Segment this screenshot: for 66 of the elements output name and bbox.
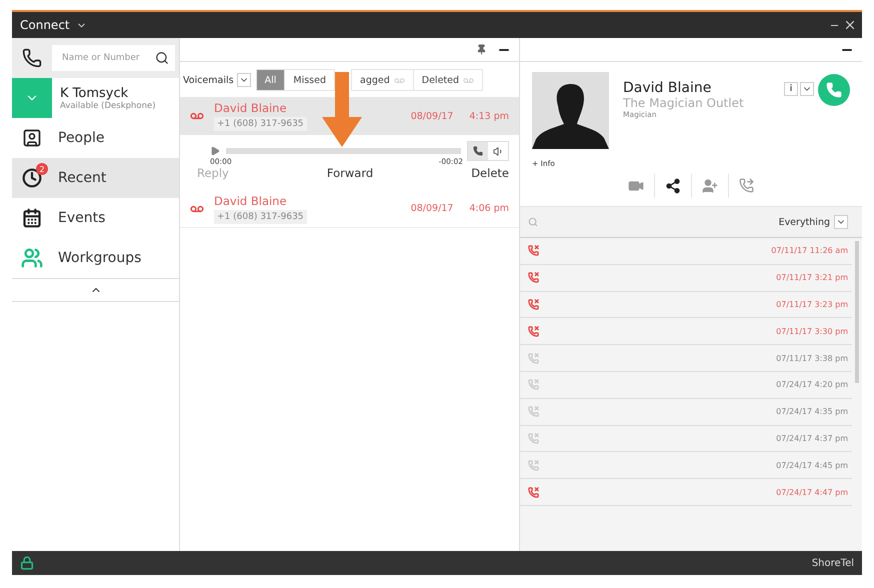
history-filter-dropdown[interactable]	[834, 215, 848, 229]
progress-track[interactable]	[226, 148, 461, 154]
lock-icon[interactable]	[20, 556, 34, 570]
dialpad-phone-icon[interactable]	[22, 48, 42, 68]
group-icon	[21, 247, 43, 269]
clock-icon	[22, 168, 42, 188]
caller-number: +1 (608) 317-9635	[214, 210, 307, 224]
filter-tab[interactable]: agged	[351, 69, 414, 91]
filter-tab[interactable]: All	[256, 69, 286, 91]
call-time: 07/24/17 4:20 pm	[776, 380, 848, 390]
user-name: K Tomsyck	[60, 86, 130, 100]
filter-label: Voicemails	[183, 74, 234, 86]
call-time: 07/11/17 3:23 pm	[776, 300, 848, 309]
voicemail-date: 08/09/17	[410, 203, 454, 214]
call-row[interactable]: 07/24/17 4:20 pm	[520, 372, 852, 399]
handset-button[interactable]	[468, 142, 488, 160]
call-time: 07/24/17 4:37 pm	[776, 434, 848, 443]
search-field[interactable]: Name or Number	[52, 45, 175, 71]
call-row[interactable]: 07/24/17 4:45 pm	[520, 452, 852, 480]
call-time: 07/24/17 4:35 pm	[776, 407, 848, 416]
calendar-icon	[22, 208, 42, 228]
close-icon[interactable]	[846, 21, 854, 29]
count-badge: 2	[36, 163, 48, 175]
history-filter-label: Everything	[778, 216, 830, 228]
call-row[interactable]: 07/11/17 3:23 pm	[520, 292, 852, 318]
call-time: 07/11/17 3:30 pm	[776, 326, 848, 336]
call-time: 07/11/17 3:21 pm	[776, 273, 848, 282]
speaker-icon	[492, 146, 504, 156]
voicemail-date: 08/09/17	[410, 110, 454, 122]
contact-company: The Magician Outlet	[623, 96, 745, 110]
filter-tab[interactable]: Missed	[284, 69, 335, 91]
more-dropdown[interactable]	[800, 82, 814, 96]
action-button[interactable]: Delete	[471, 166, 509, 180]
call-row[interactable]: 07/11/17 3:38 pm	[520, 345, 852, 372]
voicemail-row[interactable]: David Blaine +1 (608) 317-9635 08/09/17 4:13 pm	[180, 97, 519, 135]
contact-name: David Blaine	[623, 80, 712, 96]
phone-icon	[473, 146, 483, 156]
search-icon[interactable]	[155, 51, 169, 65]
caller-name: David Blaine	[214, 194, 288, 208]
call-row[interactable]: 07/24/17 4:35 pm	[520, 398, 852, 426]
action-button[interactable]: Forward	[326, 166, 374, 180]
call-row[interactable]: 07/11/17 3:21 pm	[520, 264, 852, 292]
call-time: 07/24/17 4:45 pm	[776, 460, 848, 470]
call-time: 07/11/17 3:38 pm	[776, 354, 848, 363]
contact-card-icon	[22, 128, 42, 148]
call-time: 07/24/17 4:47 pm	[776, 488, 848, 497]
brand-logo: ShoreTel	[812, 558, 854, 568]
caller-number: +1 (608) 317-9635	[214, 117, 307, 131]
caller-name: David Blaine	[214, 101, 288, 115]
call-row[interactable]: 07/24/17 4:47 pm	[520, 479, 852, 506]
pin-icon[interactable]	[476, 44, 487, 55]
nav-item[interactable]: 2 Recent	[12, 158, 179, 198]
filter-dropdown[interactable]	[236, 73, 251, 87]
scrollbar[interactable]	[855, 241, 859, 383]
info-button[interactable]: i	[784, 82, 798, 96]
window-title[interactable]: Connect	[20, 18, 70, 32]
call-row[interactable]: 07/24/17 4:37 pm	[520, 426, 852, 452]
call-time: 07/11/17 11:26 am	[771, 246, 848, 256]
voicemail-time: 4:13 pm	[469, 110, 509, 122]
phone-icon	[826, 82, 842, 98]
user-status: Available (Deskphone)	[60, 100, 156, 110]
filter-tab[interactable]: Deleted	[412, 69, 484, 91]
play-icon[interactable]	[210, 146, 220, 156]
call-row[interactable]: 07/11/17 3:30 pm	[520, 318, 852, 346]
call-row[interactable]: 07/11/17 11:26 am	[520, 238, 852, 265]
voicemail-time: 4:06 pm	[469, 203, 509, 214]
